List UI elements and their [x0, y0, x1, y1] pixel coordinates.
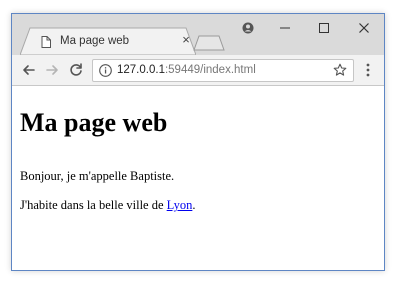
- intro-paragraph: Bonjour, je m'appelle Baptiste.: [20, 169, 175, 183]
- city-paragraph: J'habite dans la belle ville de Lyon.: [20, 198, 195, 213]
- page-icon: [41, 35, 51, 53]
- forward-button[interactable]: [44, 62, 60, 78]
- url-host: 127.0.0.1: [117, 64, 165, 76]
- close-window-button[interactable]: [350, 16, 378, 40]
- title-bar: Ma page web ×: [12, 14, 384, 55]
- minimize-icon: [280, 27, 290, 29]
- browser-tab[interactable]: Ma page web ×: [20, 27, 196, 55]
- profile-button[interactable]: [234, 16, 262, 40]
- url-text[interactable]: 127.0.0.1:59449/index.html: [117, 64, 256, 76]
- profile-icon: [242, 22, 254, 34]
- star-icon[interactable]: [333, 63, 347, 77]
- reload-button[interactable]: [68, 62, 84, 78]
- page-content: Ma page web Bonjour, je m'appelle Baptis…: [12, 86, 384, 270]
- city-link[interactable]: Lyon: [167, 198, 193, 212]
- toolbar: 127.0.0.1:59449/index.html: [12, 55, 384, 86]
- minimize-button[interactable]: [271, 16, 299, 40]
- city-text: J'habite dans la belle ville de: [20, 198, 167, 212]
- back-button[interactable]: [21, 62, 37, 78]
- url-path: :59449/index.html: [164, 64, 256, 76]
- info-icon[interactable]: [99, 64, 112, 77]
- maximize-button[interactable]: [310, 16, 338, 40]
- city-text-end: .: [192, 198, 196, 212]
- close-icon: [359, 23, 369, 33]
- browser-window: Ma page web × 127.0.0.1:59449/index.html…: [11, 13, 385, 271]
- more-vert-icon[interactable]: [366, 63, 370, 77]
- address-bar[interactable]: 127.0.0.1:59449/index.html: [92, 59, 354, 82]
- page-heading: Ma page web: [20, 108, 168, 137]
- tab-close-icon[interactable]: ×: [180, 33, 192, 46]
- tab-title: Ma page web: [60, 35, 130, 47]
- maximize-icon: [319, 23, 329, 33]
- new-tab-button[interactable]: [193, 35, 225, 51]
